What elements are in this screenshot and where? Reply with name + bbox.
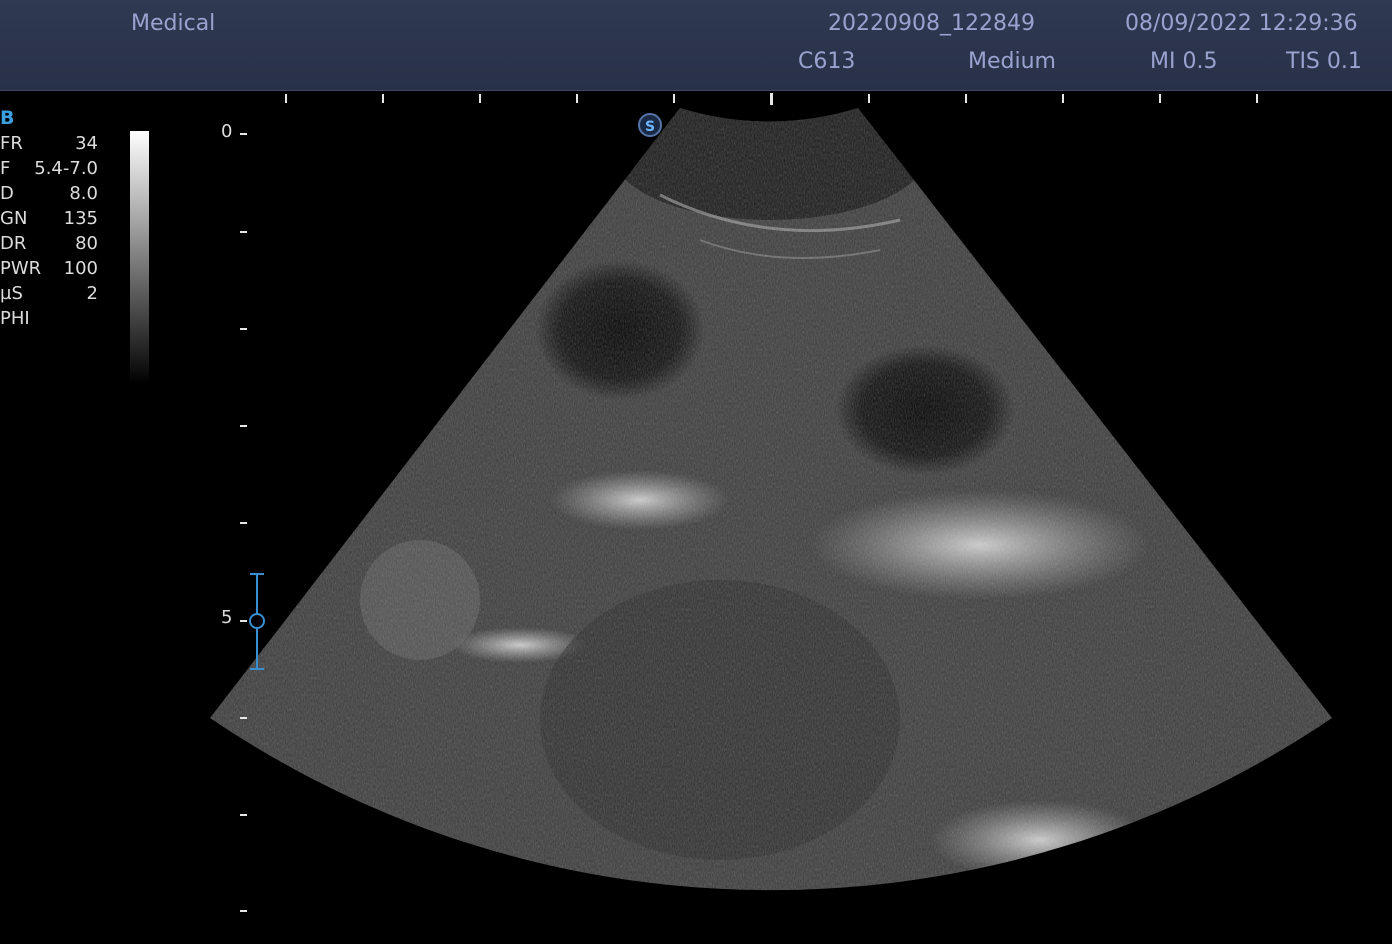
ruler-tick: [868, 94, 870, 103]
thermal-index: TIS 0.1: [1286, 49, 1362, 74]
ultrasound-sector-image[interactable]: [0, 0, 1392, 944]
param-row-pwr: PWR 100: [0, 258, 98, 279]
depth-tick: [240, 425, 247, 427]
depth-label-0: 0: [221, 121, 233, 142]
depth-tick: [240, 231, 247, 233]
ruler-tick: [285, 94, 287, 103]
param-row-gn: GN 135: [0, 208, 98, 229]
depth-tick: [240, 522, 247, 524]
orientation-s-icon: S: [638, 113, 662, 137]
imaging-parameters-panel: B FR 34 F 5.4-7.0 D 8.0 GN 135 DR 80 PWR 100 µ…: [0, 106, 110, 331]
grayscale-map-bar: [130, 131, 149, 384]
depth-tick: [240, 620, 247, 622]
ruler-tick: [479, 94, 481, 103]
ruler-tick: [1159, 94, 1161, 103]
depth-tick: [240, 328, 247, 330]
param-row-dr: DR 80: [0, 233, 98, 254]
param-row-fr: FR 34: [0, 133, 98, 154]
depth-tick: [240, 910, 247, 912]
param-row-d: D 8.0: [0, 183, 98, 204]
param-row-phi: PHI: [0, 308, 30, 329]
imaging-mode: B: [0, 107, 15, 129]
depth-tick: [240, 814, 247, 816]
probe-name: C613: [798, 49, 856, 74]
depth-tick: [240, 133, 247, 135]
depth-tick: [240, 717, 247, 719]
ruler-tick: [576, 94, 578, 103]
exam-datetime: 08/09/2022 12:29:36: [1125, 11, 1358, 36]
param-row-f: F 5.4-7.0: [0, 158, 98, 179]
ruler-tick: [673, 94, 675, 103]
preset-name: Medium: [968, 49, 1056, 74]
mechanical-index: MI 0.5: [1150, 49, 1218, 74]
lateral-ruler: [0, 92, 1392, 106]
param-row-us: µS 2: [0, 283, 98, 304]
institution-name: Medical: [131, 11, 216, 36]
study-id: 20220908_122849: [828, 11, 1035, 36]
ruler-tick-center: [770, 93, 773, 105]
header-bar: Medical 20220908_122849 08/09/2022 12:29…: [0, 0, 1392, 91]
ruler-tick: [965, 94, 967, 103]
ruler-tick: [382, 94, 384, 103]
depth-label-5: 5: [221, 607, 233, 628]
focus-marker-icon[interactable]: [247, 572, 267, 672]
ruler-tick: [1256, 94, 1258, 103]
ruler-tick: [1062, 94, 1064, 103]
